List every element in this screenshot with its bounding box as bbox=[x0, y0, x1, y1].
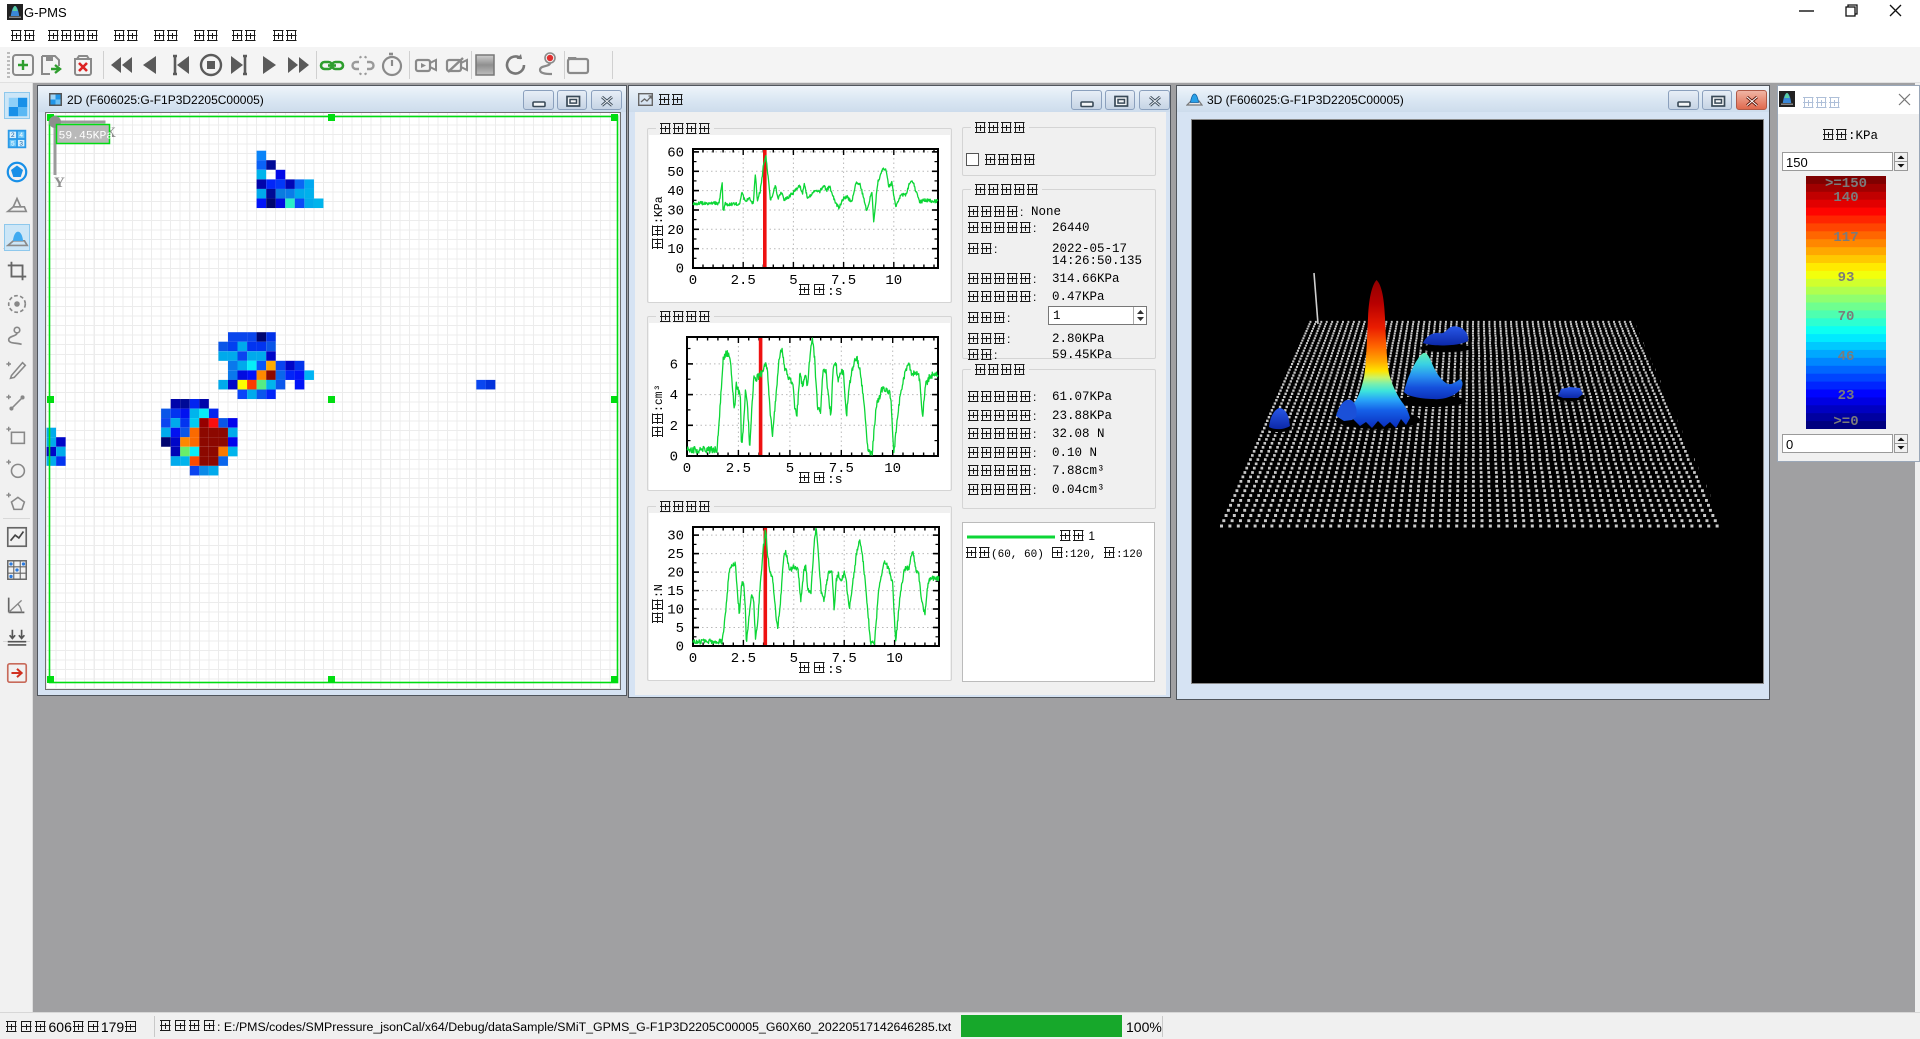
svg-text:40: 40 bbox=[667, 184, 684, 200]
svg-text:4: 4 bbox=[19, 132, 23, 139]
svg-text:60: 60 bbox=[667, 145, 684, 161]
svg-text:4: 4 bbox=[670, 388, 678, 404]
svg-text:46: 46 bbox=[1838, 349, 1855, 365]
svg-text:>=0: >=0 bbox=[1833, 414, 1858, 429]
svg-text:93: 93 bbox=[1838, 270, 1855, 286]
svg-text:10: 10 bbox=[667, 603, 684, 619]
svg-text:50: 50 bbox=[667, 165, 684, 181]
svg-text:70: 70 bbox=[1838, 309, 1855, 325]
svg-text:30: 30 bbox=[667, 529, 684, 545]
svg-text:2.5: 2.5 bbox=[731, 273, 756, 289]
svg-text:10: 10 bbox=[886, 651, 903, 667]
svg-text:0: 0 bbox=[689, 651, 697, 667]
svg-text:0: 0 bbox=[683, 461, 691, 477]
svg-text:0: 0 bbox=[670, 450, 678, 466]
svg-text:20: 20 bbox=[667, 566, 684, 582]
svg-text:30: 30 bbox=[667, 204, 684, 220]
svg-text:6: 6 bbox=[670, 357, 678, 373]
svg-text:5: 5 bbox=[786, 461, 794, 477]
svg-text:15: 15 bbox=[667, 584, 684, 600]
svg-text:59.45KPa: 59.45KPa bbox=[59, 131, 114, 143]
svg-text:Y: Y bbox=[54, 175, 65, 191]
svg-text:23: 23 bbox=[1838, 388, 1855, 404]
svg-text:5: 5 bbox=[11, 140, 15, 147]
svg-text:5: 5 bbox=[789, 273, 797, 289]
svg-text:2.5: 2.5 bbox=[726, 461, 751, 477]
svg-text:140: 140 bbox=[1833, 190, 1858, 206]
svg-text:10: 10 bbox=[884, 461, 901, 477]
svg-text:25: 25 bbox=[667, 547, 684, 563]
svg-text:20: 20 bbox=[667, 223, 684, 239]
svg-text:2: 2 bbox=[11, 132, 15, 139]
svg-text:2: 2 bbox=[670, 419, 678, 435]
svg-text:0: 0 bbox=[689, 273, 697, 289]
svg-text:3: 3 bbox=[19, 140, 23, 147]
svg-text:0: 0 bbox=[676, 640, 684, 656]
svg-text:5: 5 bbox=[676, 621, 684, 637]
svg-text:2.5: 2.5 bbox=[731, 651, 756, 667]
svg-text:117: 117 bbox=[1833, 230, 1858, 246]
svg-text:0: 0 bbox=[676, 262, 684, 278]
svg-text:10: 10 bbox=[885, 273, 902, 289]
svg-text:5: 5 bbox=[790, 651, 798, 667]
svg-text:10: 10 bbox=[667, 242, 684, 258]
